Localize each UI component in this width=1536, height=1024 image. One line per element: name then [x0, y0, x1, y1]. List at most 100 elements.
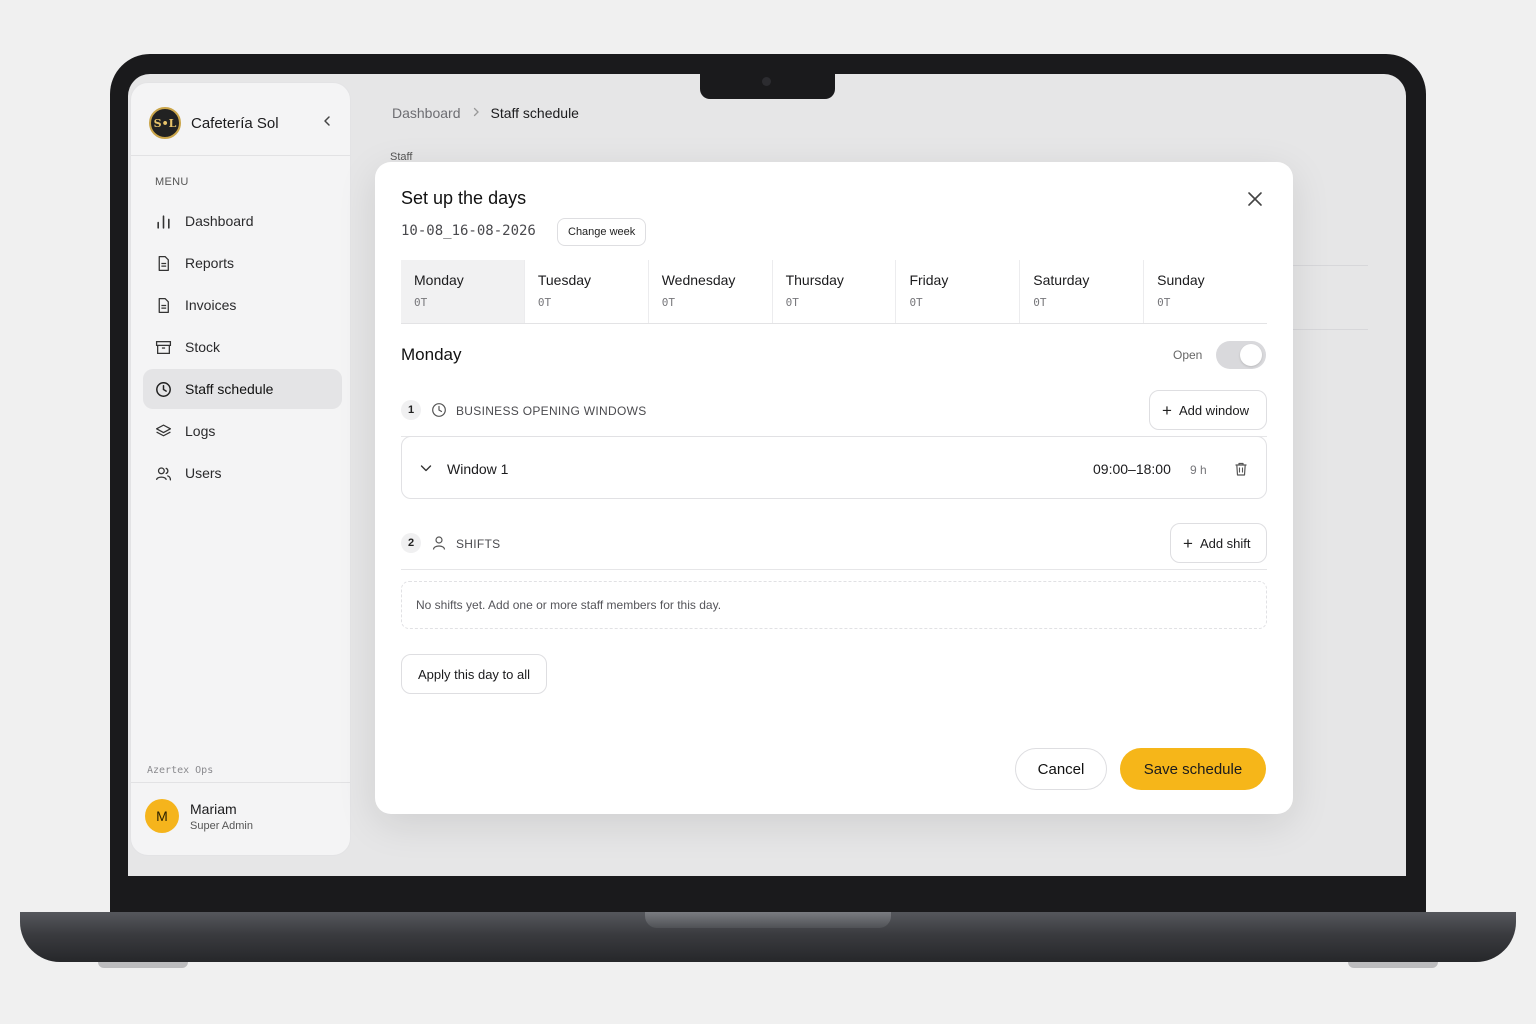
section-divider [401, 569, 1267, 570]
sidebar-nav: Dashboard Reports Invoices Stock Staff s… [143, 201, 342, 495]
apply-to-all-button[interactable]: Apply this day to all [401, 654, 548, 694]
step-number: 1 [401, 400, 421, 420]
tab-wednesday[interactable]: Wednesday 0T [649, 260, 773, 323]
brand[interactable]: S•L Cafetería Sol [149, 107, 279, 139]
user-role: Super Admin [190, 819, 253, 832]
user-icon [432, 536, 446, 550]
window-card[interactable]: Window 1 09:00–18:00 9 h [401, 436, 1267, 499]
close-icon[interactable] [1245, 189, 1265, 209]
week-range: 10-08_16-08-2026 [401, 223, 536, 239]
window-duration: 9 h [1190, 463, 1207, 477]
step-number: 2 [401, 533, 421, 553]
clock-icon [156, 381, 171, 397]
sidebar-item-invoices[interactable]: Invoices [143, 285, 342, 325]
chevron-down-icon[interactable] [419, 461, 433, 475]
sidebar: S•L Cafetería Sol MENU Dashboard Reports… [130, 82, 351, 856]
day-shift-count: 0T [785, 296, 799, 309]
shifts-title: SHIFTS [456, 537, 501, 551]
layers-icon [155, 423, 172, 436]
breadcrumb-dashboard-link[interactable]: Dashboard [392, 105, 461, 121]
chevron-right-icon [471, 106, 481, 120]
background-divider [1293, 329, 1368, 330]
tab-sunday[interactable]: Sunday 0T [1144, 260, 1267, 323]
toggle-knob [1240, 344, 1262, 366]
plus-icon: + [1183, 533, 1193, 553]
sidebar-item-reports[interactable]: Reports [143, 243, 342, 283]
background-divider [1293, 265, 1368, 266]
brand-logo: S•L [149, 107, 181, 139]
bar-chart-icon [157, 214, 170, 229]
app-screen: S•L Cafetería Sol MENU Dashboard Reports… [128, 74, 1406, 876]
opening-windows-title: BUSINESS OPENING WINDOWS [456, 404, 647, 418]
add-window-button[interactable]: + Add window [1149, 390, 1267, 430]
sidebar-item-label: Staff schedule [185, 381, 274, 397]
clock-icon [432, 403, 446, 417]
user-divider [131, 782, 350, 783]
tab-thursday[interactable]: Thursday 0T [773, 260, 897, 323]
day-name: Sunday [1157, 272, 1205, 288]
day-name: Monday [414, 272, 464, 288]
open-toggle[interactable] [1216, 341, 1266, 369]
day-name: Thursday [785, 272, 844, 288]
user-meta: Mariam Super Admin [190, 801, 253, 832]
workspace-label: Azertex Ops [147, 765, 214, 776]
menu-label: MENU [155, 176, 189, 188]
change-week-button[interactable]: Change week [557, 218, 647, 246]
selected-day-heading: Monday [401, 345, 462, 364]
sidebar-item-dashboard[interactable]: Dashboard [143, 201, 342, 241]
day-name: Saturday [1033, 272, 1090, 288]
users-icon [155, 466, 172, 481]
laptop-groove [645, 912, 891, 928]
schedule-modal: Set up the days 10-08_16-08-2026 Change … [375, 162, 1293, 814]
sidebar-item-label: Users [185, 465, 222, 481]
modal-title: Set up the days [401, 188, 527, 208]
sidebar-item-label: Stock [185, 339, 221, 355]
day-name: Tuesday [537, 272, 592, 288]
laptop-foot-left [98, 962, 188, 968]
camera-notch [700, 74, 835, 99]
open-label: Open [1173, 348, 1203, 362]
breadcrumb: Dashboard Staff schedule [392, 105, 579, 121]
day-shift-count: 0T [1157, 296, 1171, 309]
tab-saturday[interactable]: Saturday 0T [1020, 260, 1145, 323]
day-shift-count: 0T [1033, 296, 1047, 309]
sidebar-item-stock[interactable]: Stock [143, 327, 342, 367]
trash-icon[interactable] [1233, 461, 1249, 477]
camera-icon [762, 77, 771, 86]
add-shift-label: Add shift [1199, 535, 1251, 551]
tab-tuesday[interactable]: Tuesday 0T [525, 260, 649, 323]
day-tabs: Monday 0T Tuesday 0T Wednesday 0T Thursd… [401, 260, 1267, 324]
empty-shifts-message: No shifts yet. Add one or more staff mem… [401, 581, 1267, 629]
chevron-left-icon [324, 116, 330, 126]
sidebar-divider [131, 155, 350, 156]
window-name: Window 1 [447, 461, 509, 477]
sidebar-item-label: Logs [185, 423, 216, 439]
breadcrumb-current: Staff schedule [490, 105, 579, 121]
user-profile[interactable]: M Mariam Super Admin [145, 799, 253, 833]
tab-friday[interactable]: Friday 0T [896, 260, 1021, 323]
day-shift-count: 0T [537, 296, 552, 309]
sidebar-item-staff-schedule[interactable]: Staff schedule [143, 369, 342, 409]
day-shift-count: 0T [661, 296, 675, 309]
day-shift-count: 0T [909, 296, 923, 309]
day-name: Friday [909, 272, 949, 288]
archive-box-icon [155, 340, 172, 354]
brand-name: Cafetería Sol [191, 114, 279, 132]
add-window-label: Add window [1178, 402, 1250, 418]
tab-monday[interactable]: Monday 0T [401, 260, 525, 323]
sidebar-item-label: Reports [185, 255, 235, 271]
sidebar-item-label: Invoices [185, 297, 237, 313]
day-name: Wednesday [661, 272, 736, 288]
add-shift-button[interactable]: + Add shift [1170, 523, 1267, 563]
save-schedule-button[interactable]: Save schedule [1120, 748, 1266, 790]
cancel-button[interactable]: Cancel [1015, 748, 1107, 790]
plus-icon: + [1162, 400, 1172, 420]
sidebar-item-users[interactable]: Users [143, 453, 342, 493]
collapse-sidebar-button[interactable] [317, 111, 337, 131]
sidebar-item-logs[interactable]: Logs [143, 411, 342, 451]
sidebar-item-label: Dashboard [185, 213, 254, 229]
document-icon [158, 297, 169, 313]
user-name: Mariam [190, 800, 237, 817]
document-icon [158, 255, 169, 271]
laptop-foot-right [1348, 962, 1438, 968]
